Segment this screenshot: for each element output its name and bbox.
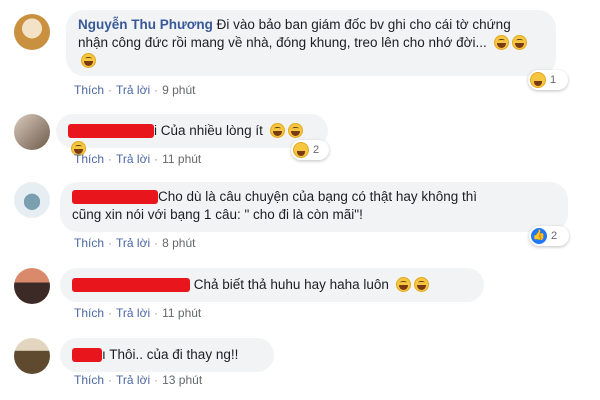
reaction-count[interactable]: 👍 2 bbox=[529, 226, 569, 246]
comment-actions: Thích · Trả lời · 8 phút bbox=[74, 236, 195, 250]
redacted-author bbox=[72, 190, 158, 204]
comment-bubble: i Của nhiều lòng ít bbox=[56, 114, 328, 156]
separator-dot: · bbox=[108, 83, 113, 97]
comment-text: ı Thôi.. của đi thay ng!! bbox=[102, 347, 239, 362]
reaction-count[interactable]: 1 bbox=[528, 70, 568, 90]
comment-author[interactable]: Nguyễn Thu Phương bbox=[78, 17, 213, 32]
comment-time[interactable]: 13 phút bbox=[162, 373, 202, 387]
comment-time[interactable]: 9 phút bbox=[162, 83, 195, 97]
separator-dot: · bbox=[154, 83, 159, 97]
reply-link[interactable]: Trả lời bbox=[116, 306, 150, 320]
comment: Cho dù là câu chuyện của bạng có thật ha… bbox=[0, 170, 600, 258]
reaction-count[interactable]: 2 bbox=[291, 140, 329, 160]
reaction-count-value: 2 bbox=[551, 230, 558, 242]
separator-dot: · bbox=[154, 306, 159, 320]
comment: Nguyễn Thu Phương Đi vào bảo ban giám đố… bbox=[0, 0, 600, 100]
like-link[interactable]: Thích bbox=[74, 306, 104, 320]
avatar[interactable] bbox=[14, 114, 50, 150]
grin-emoji-icon bbox=[413, 277, 429, 292]
comment-bubble: Cho dù là câu chuyện của bạng có thật ha… bbox=[60, 182, 568, 232]
comment-time[interactable]: 11 phút bbox=[162, 152, 201, 166]
haha-icon bbox=[293, 142, 309, 158]
avatar[interactable] bbox=[14, 338, 50, 374]
comment-actions: Thích · Trả lời · 11 phút bbox=[74, 306, 201, 320]
grin-emoji-icon bbox=[81, 53, 96, 68]
haha-icon bbox=[530, 72, 546, 88]
reaction-count-value: 2 bbox=[313, 144, 320, 156]
comment: ı Thôi.. của đi thay ng!! Thích · Trả lời ·… bbox=[0, 330, 600, 400]
like-link[interactable]: Thích bbox=[74, 236, 104, 250]
comment-bubble: Nguyễn Thu Phương Đi vào bảo ban giám đố… bbox=[66, 10, 556, 76]
comment: i Của nhiều lòng ít 2 Thích · Trả lời · 11 p… bbox=[0, 100, 600, 170]
comment-text: Chả biết thả huhu hay haha luôn bbox=[193, 277, 393, 292]
comment-bubble: Chả biết thả huhu hay haha luôn bbox=[60, 268, 484, 302]
separator-dot: · bbox=[154, 373, 159, 387]
redacted-author bbox=[72, 278, 190, 292]
grin-emoji-icon bbox=[287, 123, 303, 138]
comment-time[interactable]: 11 phút bbox=[162, 306, 201, 320]
comment-text-line-2: cũng xin nói với bạng 1 câu: " cho đi là… bbox=[72, 207, 363, 222]
like-icon: 👍 bbox=[531, 228, 547, 244]
comment: Chả biết thả huhu hay haha luôn Thích · Tr… bbox=[0, 258, 600, 330]
avatar[interactable] bbox=[14, 14, 50, 50]
like-link[interactable]: Thích bbox=[74, 152, 104, 166]
redacted-author bbox=[72, 348, 102, 362]
comment-actions: Thích · Trả lời · 9 phút bbox=[74, 83, 195, 97]
comment-bubble: ı Thôi.. của đi thay ng!! bbox=[60, 338, 274, 372]
comment-actions: Thích · Trả lời · 13 phút bbox=[74, 373, 202, 387]
reply-link[interactable]: Trả lời bbox=[116, 152, 150, 166]
separator-dot: · bbox=[154, 152, 159, 166]
grin-emoji-icon bbox=[269, 123, 285, 138]
comment-actions: Thích · Trả lời · 11 phút bbox=[74, 152, 201, 166]
comment-time[interactable]: 8 phút bbox=[162, 236, 195, 250]
separator-dot: · bbox=[108, 236, 113, 250]
reply-link[interactable]: Trả lời bbox=[116, 83, 150, 97]
separator-dot: · bbox=[154, 236, 159, 250]
redacted-author bbox=[68, 124, 154, 138]
separator-dot: · bbox=[108, 152, 113, 166]
avatar[interactable] bbox=[14, 268, 50, 304]
grin-emoji-icon bbox=[493, 35, 509, 50]
separator-dot: · bbox=[108, 373, 113, 387]
avatar[interactable] bbox=[14, 182, 50, 218]
separator-dot: · bbox=[108, 306, 113, 320]
reply-link[interactable]: Trả lời bbox=[116, 236, 150, 250]
grin-emoji-icon bbox=[511, 35, 527, 50]
reply-link[interactable]: Trả lời bbox=[116, 373, 150, 387]
grin-emoji-icon bbox=[395, 277, 411, 292]
like-link[interactable]: Thích bbox=[74, 373, 104, 387]
comment-text: i Của nhiều lòng ít bbox=[154, 123, 267, 138]
reaction-count-value: 1 bbox=[550, 74, 557, 86]
comment-text-line-1: Cho dù là câu chuyện của bạng có thật ha… bbox=[158, 189, 477, 204]
like-link[interactable]: Thích bbox=[74, 83, 104, 97]
